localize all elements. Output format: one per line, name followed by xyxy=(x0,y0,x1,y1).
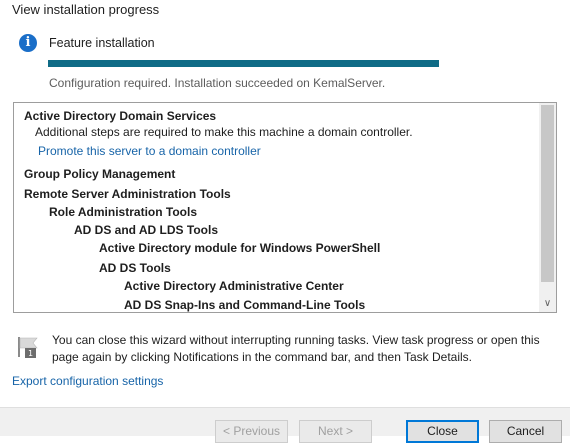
next-button[interactable]: Next > xyxy=(299,420,372,443)
close-button[interactable]: Close xyxy=(406,420,479,443)
info-icon: i xyxy=(19,34,37,52)
wizard-footer: < Previous Next > Close Cancel xyxy=(0,407,570,443)
result-adds-note: Additional steps are required to make th… xyxy=(35,125,413,139)
installation-status-text: Configuration required. Installation suc… xyxy=(49,76,386,90)
result-adds-snapins: AD DS Snap-Ins and Command-Line Tools xyxy=(124,298,366,312)
cancel-button[interactable]: Cancel xyxy=(489,420,562,443)
result-ad-admin-center: Active Directory Administrative Center xyxy=(124,279,344,293)
progress-fill xyxy=(48,60,439,67)
wizard-close-notice: You can close this wizard without interr… xyxy=(52,333,540,364)
result-adds-tools: AD DS Tools xyxy=(99,261,171,275)
flag-icon: 1 xyxy=(18,337,38,358)
page-title: View installation progress xyxy=(12,2,160,17)
result-adds: Active Directory Domain Services xyxy=(24,109,217,123)
feature-installation-label: Feature installation xyxy=(49,36,155,50)
svg-text:1: 1 xyxy=(28,349,33,358)
scrollbar-thumb[interactable] xyxy=(541,105,554,282)
export-configuration-link[interactable]: Export configuration settings xyxy=(12,374,163,388)
results-list-content: Active Directory Domain Services Additio… xyxy=(14,103,539,312)
result-rsat: Remote Server Administration Tools xyxy=(24,187,231,201)
result-role-admin-tools: Role Administration Tools xyxy=(49,205,198,219)
results-scrollbar[interactable]: ∨ xyxy=(539,103,556,312)
result-ad-powershell: Active Directory module for Windows Powe… xyxy=(99,241,381,255)
promote-dc-link[interactable]: Promote this server to a domain controll… xyxy=(38,144,261,158)
result-gpm: Group Policy Management xyxy=(24,167,176,181)
result-adds-adlds-tools: AD DS and AD LDS Tools xyxy=(74,223,218,237)
progress-bar xyxy=(48,60,439,67)
previous-button[interactable]: < Previous xyxy=(215,420,288,443)
installation-results-list[interactable]: Active Directory Domain Services Additio… xyxy=(13,102,557,313)
scroll-down-icon[interactable]: ∨ xyxy=(539,295,556,312)
